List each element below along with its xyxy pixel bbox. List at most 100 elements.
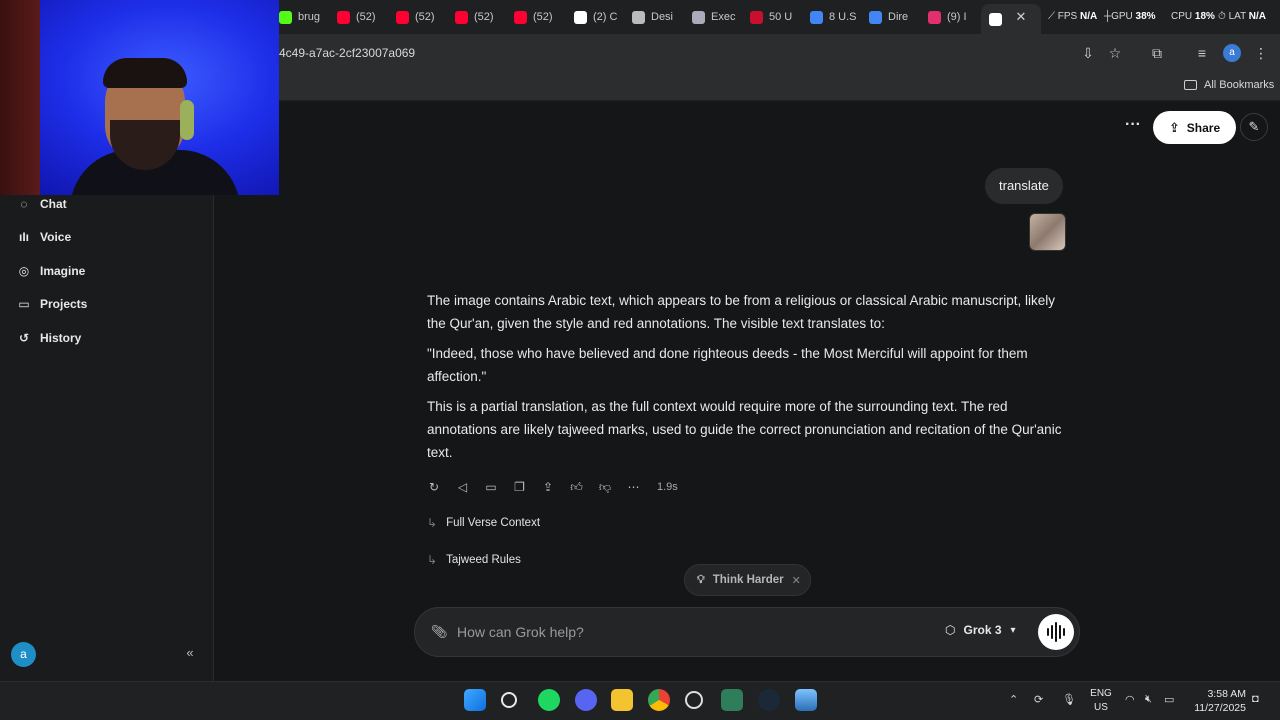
tray-overflow-icon[interactable]: ⌃ xyxy=(1009,693,1018,706)
sidebar-item-history[interactable]: ↺ History xyxy=(16,331,81,345)
browser-tab[interactable]: (52) xyxy=(396,6,446,28)
browser-tab[interactable]: (52) xyxy=(455,6,505,28)
reply-arrow-icon: ↳ xyxy=(427,516,438,530)
browser-tab[interactable]: 50 U xyxy=(750,6,800,28)
comment-icon[interactable]: ▭ xyxy=(484,480,498,494)
address-bar-url[interactable]: 4c49-a7ac-2cf23007a069 xyxy=(279,46,415,60)
user-avatar[interactable]: a xyxy=(11,642,36,667)
voice-mode-button[interactable] xyxy=(1038,614,1074,650)
followup-suggestion[interactable]: ↳ Full Verse Context xyxy=(427,516,540,530)
youtube-icon xyxy=(396,10,409,24)
start-menu-icon[interactable] xyxy=(464,689,486,711)
wifi-icon[interactable]: ◠ xyxy=(1125,693,1135,706)
sidebar-item-imagine[interactable]: ◎ Imagine xyxy=(16,264,86,278)
install-app-icon[interactable]: ⇩ xyxy=(1079,44,1097,62)
volume-muted-icon[interactable]: 🔇︎ xyxy=(1145,693,1152,706)
tab-label: Exec xyxy=(711,11,736,23)
sidebar-item-label: Voice xyxy=(40,230,72,244)
all-bookmarks-folder[interactable]: All Bookmarks xyxy=(1184,79,1274,91)
google-icon xyxy=(869,10,882,24)
youtube-icon xyxy=(455,10,468,24)
followup-suggestion[interactable]: ↳ Tajweed Rules xyxy=(427,553,521,567)
file-explorer-icon[interactable] xyxy=(611,689,633,711)
more-actions-icon[interactable]: ⋯ xyxy=(627,480,641,494)
attached-image-thumbnail[interactable] xyxy=(1029,213,1066,251)
model-selector[interactable]: ⬡ Grok 3 ▾ xyxy=(945,623,1016,637)
tab-label: (52) xyxy=(474,11,494,23)
browser-tab[interactable]: (9) I xyxy=(928,6,978,28)
thumbs-up-icon[interactable]: 👍︎ xyxy=(570,480,584,494)
reply-arrow-icon: ↳ xyxy=(427,553,438,567)
browser-tab[interactable]: Dire xyxy=(869,6,919,28)
extensions-icon[interactable]: ⧉ xyxy=(1148,44,1166,62)
battery-icon[interactable]: ▭ xyxy=(1164,693,1174,706)
dismiss-icon[interactable]: ✕ xyxy=(792,574,801,587)
sidebar-item-label: History xyxy=(40,331,82,345)
instagram-icon xyxy=(928,10,941,24)
answer-actions: ↻ ◁ ▭ ❐ ⇪ 👍︎ 👎︎ ⋯ 1.9s xyxy=(427,479,678,495)
copy-icon[interactable]: ❐ xyxy=(513,480,527,494)
discord-icon[interactable] xyxy=(575,689,597,711)
all-bookmarks-label: All Bookmarks xyxy=(1204,79,1275,91)
media-controls-icon[interactable]: ≡ xyxy=(1193,44,1211,62)
more-options-icon[interactable]: ··· xyxy=(1124,117,1142,136)
sidebar-item-label: Chat xyxy=(40,197,67,211)
browser-tab[interactable]: 8 U.S xyxy=(810,6,860,28)
bookmark-star-icon[interactable]: ☆ xyxy=(1106,44,1124,62)
answer-paragraph: The image contains Arabic text, which ap… xyxy=(427,293,1056,331)
new-chat-icon[interactable]: ✎ xyxy=(1240,113,1268,141)
followup-label: Tajweed Rules xyxy=(446,554,521,566)
grok-icon xyxy=(989,12,1002,26)
browser-tab[interactable]: (52) xyxy=(337,6,387,28)
notifications-icon[interactable]: ◘ xyxy=(1252,693,1259,705)
browser-tab[interactable]: brug xyxy=(279,6,329,28)
spotify-icon[interactable] xyxy=(538,689,560,711)
read-aloud-icon[interactable]: ◁ xyxy=(456,480,470,494)
tab-label: Desi xyxy=(651,11,674,23)
news-icon xyxy=(750,10,763,24)
sync-icon[interactable]: ⟳ xyxy=(1034,693,1043,706)
model-label: Grok 3 xyxy=(963,623,1002,637)
answer-paragraph: "Indeed, those who have believed and don… xyxy=(427,346,1028,384)
regenerate-icon[interactable]: ↻ xyxy=(427,480,441,494)
assistant-answer: The image contains Arabic text, which ap… xyxy=(427,289,1067,471)
share-icon: ⇪ xyxy=(1168,119,1180,135)
collapse-sidebar-icon[interactable]: « xyxy=(182,645,198,661)
tab-label: (52) xyxy=(415,11,435,23)
tab-label: (52) xyxy=(356,11,376,23)
tab-label: 50 U xyxy=(769,11,793,23)
browser-tab[interactable]: (2) C xyxy=(574,6,624,28)
browser-tab[interactable] xyxy=(981,4,1041,34)
sidebar-item-projects[interactable]: ▭ Projects xyxy=(16,297,87,311)
sidebar-item-chat[interactable]: ◌ Chat xyxy=(16,197,67,211)
browser-tab[interactable]: (52) xyxy=(514,6,564,28)
language-indicator[interactable]: ENG US xyxy=(1088,687,1114,715)
system-clock[interactable]: 3:58 AM 11/27/2025 xyxy=(1190,687,1246,715)
thumbs-down-icon[interactable]: 👎︎ xyxy=(598,480,612,494)
kick-icon xyxy=(279,10,292,24)
browser-tab[interactable]: Desi xyxy=(632,6,682,28)
tab-label: (9) I xyxy=(947,11,967,23)
share-response-icon[interactable]: ⇪ xyxy=(541,480,555,494)
attach-icon[interactable]: 📎︎ xyxy=(431,624,448,640)
browser-profile-avatar[interactable]: a xyxy=(1223,44,1241,62)
photos-icon[interactable] xyxy=(795,689,817,711)
chatgpt-icon[interactable] xyxy=(685,691,703,709)
close-tab-icon[interactable]: ✕ xyxy=(1013,9,1029,25)
bank-icon xyxy=(632,10,645,24)
share-button[interactable]: ⇪ Share xyxy=(1153,111,1236,144)
chrome-icon[interactable] xyxy=(648,689,670,711)
sidebar-item-label: Projects xyxy=(40,297,88,311)
app-icon[interactable] xyxy=(721,689,743,711)
browser-tab[interactable]: Exec xyxy=(692,6,742,28)
prompt-input[interactable] xyxy=(457,620,907,644)
folder-icon: ▭ xyxy=(18,297,30,311)
steam-icon[interactable] xyxy=(758,689,780,711)
think-harder-chip[interactable]: 💡︎ Think Harder ✕ xyxy=(684,564,811,596)
sidebar-item-voice[interactable]: ıIı Voice xyxy=(16,230,71,244)
microphone-icon[interactable]: 🎙︎ xyxy=(1062,693,1076,706)
browser-menu-icon[interactable]: ⋮ xyxy=(1252,44,1270,62)
x-icon xyxy=(574,10,587,24)
search-icon[interactable] xyxy=(501,692,517,708)
webcam-overlay xyxy=(0,0,279,195)
